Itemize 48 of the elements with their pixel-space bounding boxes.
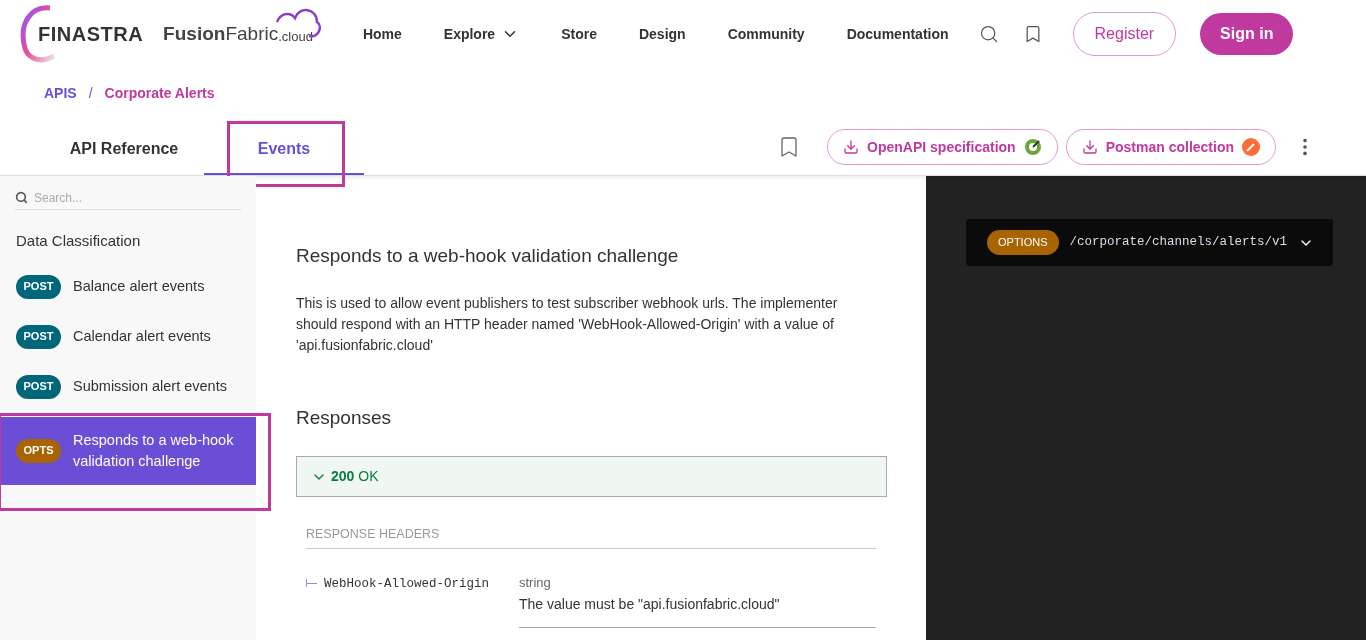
search-field[interactable]: Search... (34, 188, 214, 207)
section-title: Data Classification (15, 231, 142, 251)
breadcrumb-link[interactable]: Corporate Alerts (104, 82, 215, 104)
breadcrumb-separator: / (88, 83, 93, 103)
search-icon (15, 191, 28, 204)
endpoint-item[interactable]: POST Balance alert events (0, 266, 256, 307)
tree-line-icon (306, 578, 316, 587)
endpoint-item[interactable]: OPTS Responds to a web-hook validation challenge (0, 416, 256, 485)
search-icon[interactable] (978, 24, 999, 44)
status-text: OK (358, 467, 379, 486)
endpoint-label: Balance alert events (73, 277, 205, 296)
endpoint-label: Responds to a web-hook validation challenge (73, 430, 235, 471)
postman-logo-icon (1242, 138, 1260, 156)
download-icon (843, 139, 860, 155)
header-type: string (519, 573, 552, 592)
method-badge: OPTS (16, 438, 61, 463)
nav-link[interactable]: Community (727, 23, 805, 45)
nav-link[interactable]: Design (638, 23, 686, 45)
header-name: WebHook-Allowed-Origin (324, 575, 490, 593)
method-badge: POST (16, 274, 61, 299)
status-code: 200 (331, 467, 355, 486)
response-row[interactable]: 200 OK (296, 456, 887, 497)
tab[interactable]: API Reference (44, 125, 204, 175)
page-title: Responds to a web-hook validation challenge (296, 244, 680, 268)
sign-in-button[interactable]: Sign in (1200, 13, 1294, 55)
header-description: The value must be "api.fusionfabric.cloud" (519, 595, 781, 615)
endpoint-bar[interactable]: OPTIONS /corporate/channels/alerts/v1 (966, 219, 1333, 266)
endpoint-item[interactable]: POST Calendar alert events (0, 316, 256, 357)
endpoint-label: Submission alert events (73, 377, 227, 396)
download-icon (1081, 139, 1098, 155)
brand-logo-text: FINASTRA (38, 22, 144, 47)
product-logo-text: FusionFabric (163, 21, 279, 46)
nav-link[interactable]: Store (561, 23, 597, 45)
nav-link[interactable]: Home (362, 23, 402, 45)
product-logo-suffix: .cloud (278, 28, 313, 46)
endpoint-path: /corporate/channels/alerts/v1 (1069, 234, 1288, 252)
method-badge: POST (16, 374, 61, 399)
description: This is used to allow event publishers to test subscriber webhook urls. The implementer should respond with an HTTP header named 'WebHook-Allowed-Origin' with a value of 'api.fusionfabric.cloud' (296, 293, 839, 355)
breadcrumb-link[interactable]: APIS (44, 82, 77, 104)
headers-title: RESPONSE HEADERS (306, 525, 876, 549)
method-badge: POST (16, 324, 61, 349)
openapi-logo-icon (1023, 138, 1042, 156)
method-badge: OPTIONS (987, 230, 1059, 255)
nav-link[interactable]: Explore (443, 23, 520, 45)
nav-link[interactable]: Documentation (846, 23, 949, 45)
endpoint-item[interactable]: POST Submission alert events (0, 366, 256, 407)
endpoint-label: Calendar alert events (73, 327, 211, 346)
section-heading: Responses (296, 405, 393, 430)
